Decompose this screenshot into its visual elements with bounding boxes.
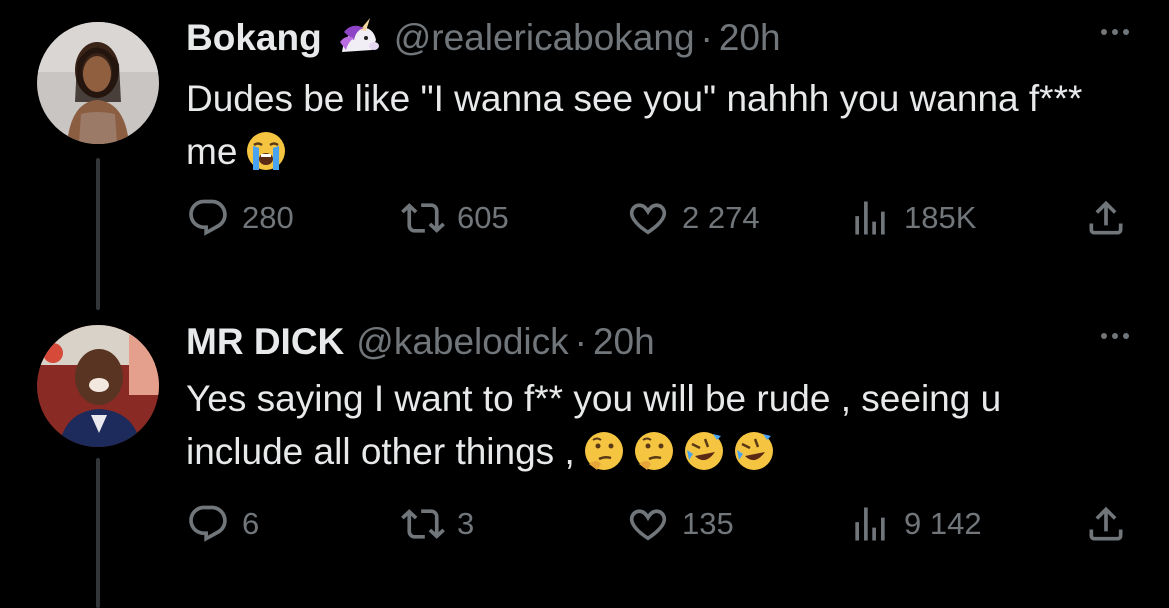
- like-count: 135: [682, 506, 734, 541]
- thinking-face-icon: [583, 430, 625, 472]
- like-button[interactable]: 2 274: [626, 196, 760, 240]
- tweet-header: Bokang @realericabokang · 20h: [186, 16, 781, 60]
- tweet-text-content: Dudes be like "I wanna see you" nahhh yo…: [186, 78, 1083, 172]
- share-icon: [1089, 200, 1123, 235]
- tweet-actions: 6 3 135 9 142: [186, 502, 1131, 554]
- display-name[interactable]: Bokang: [186, 16, 322, 60]
- rolling-on-floor-laughing-icon: [683, 430, 725, 472]
- view-count: 185K: [904, 200, 977, 235]
- reply-count: 280: [242, 200, 294, 235]
- display-name[interactable]: MR DICK: [186, 320, 344, 364]
- timestamp[interactable]: 20h: [593, 320, 655, 364]
- views-button[interactable]: 9 142: [848, 502, 982, 546]
- timestamp[interactable]: 20h: [719, 16, 781, 60]
- thread-line: [96, 458, 100, 608]
- retweet-count: 605: [457, 200, 509, 235]
- heart-icon: [629, 203, 667, 235]
- reply-icon: [189, 199, 227, 236]
- tweet-header: MR DICK @kabelodick · 20h: [186, 320, 655, 364]
- retweet-icon: [401, 203, 445, 233]
- tweet-text: Yes saying I want to f** you will be rud…: [186, 372, 1126, 478]
- views-button[interactable]: 185K: [848, 196, 976, 240]
- heart-icon: [629, 509, 667, 541]
- share-icon: [1089, 506, 1123, 541]
- reply-button[interactable]: 6: [186, 502, 259, 546]
- bar-chart-icon: [855, 201, 885, 235]
- more-options-icon[interactable]: [1096, 22, 1129, 40]
- thinking-face-icon: [633, 430, 675, 472]
- handle[interactable]: @kabelodick: [356, 320, 568, 364]
- tweet[interactable]: MR DICK @kabelodick · 20h Yes saying I w…: [0, 300, 1169, 608]
- like-button[interactable]: 135: [626, 502, 734, 546]
- retweet-count: 3: [457, 506, 475, 541]
- handle[interactable]: @realericabokang: [394, 16, 695, 60]
- separator-dot: ·: [574, 321, 587, 362]
- avatar[interactable]: [37, 325, 159, 447]
- unicorn-icon: [336, 18, 382, 58]
- avatar[interactable]: [37, 22, 159, 144]
- reply-button[interactable]: 280: [186, 196, 294, 240]
- retweet-button[interactable]: 3: [401, 502, 474, 546]
- view-count: 9 142: [904, 506, 982, 541]
- rolling-on-floor-laughing-icon: [733, 430, 775, 472]
- tweet-text: Dudes be like "I wanna see you" nahhh yo…: [186, 72, 1126, 178]
- more-options-icon[interactable]: [1096, 326, 1129, 344]
- share-button[interactable]: [1084, 502, 1128, 546]
- reply-count: 6: [242, 506, 260, 541]
- retweet-button[interactable]: 605: [401, 196, 509, 240]
- tweet-actions: 280 605 2 274 185K: [186, 196, 1131, 248]
- share-button[interactable]: [1084, 196, 1128, 240]
- like-count: 2 274: [682, 200, 760, 235]
- separator-dot: ·: [700, 17, 713, 58]
- thread-line: [96, 158, 100, 310]
- bar-chart-icon: [855, 507, 885, 541]
- tweet[interactable]: Bokang @realericabokang · 20h Dudes be l…: [0, 0, 1169, 310]
- loudly-crying-face-icon: [245, 130, 287, 172]
- retweet-icon: [401, 509, 445, 539]
- reply-icon: [189, 505, 227, 542]
